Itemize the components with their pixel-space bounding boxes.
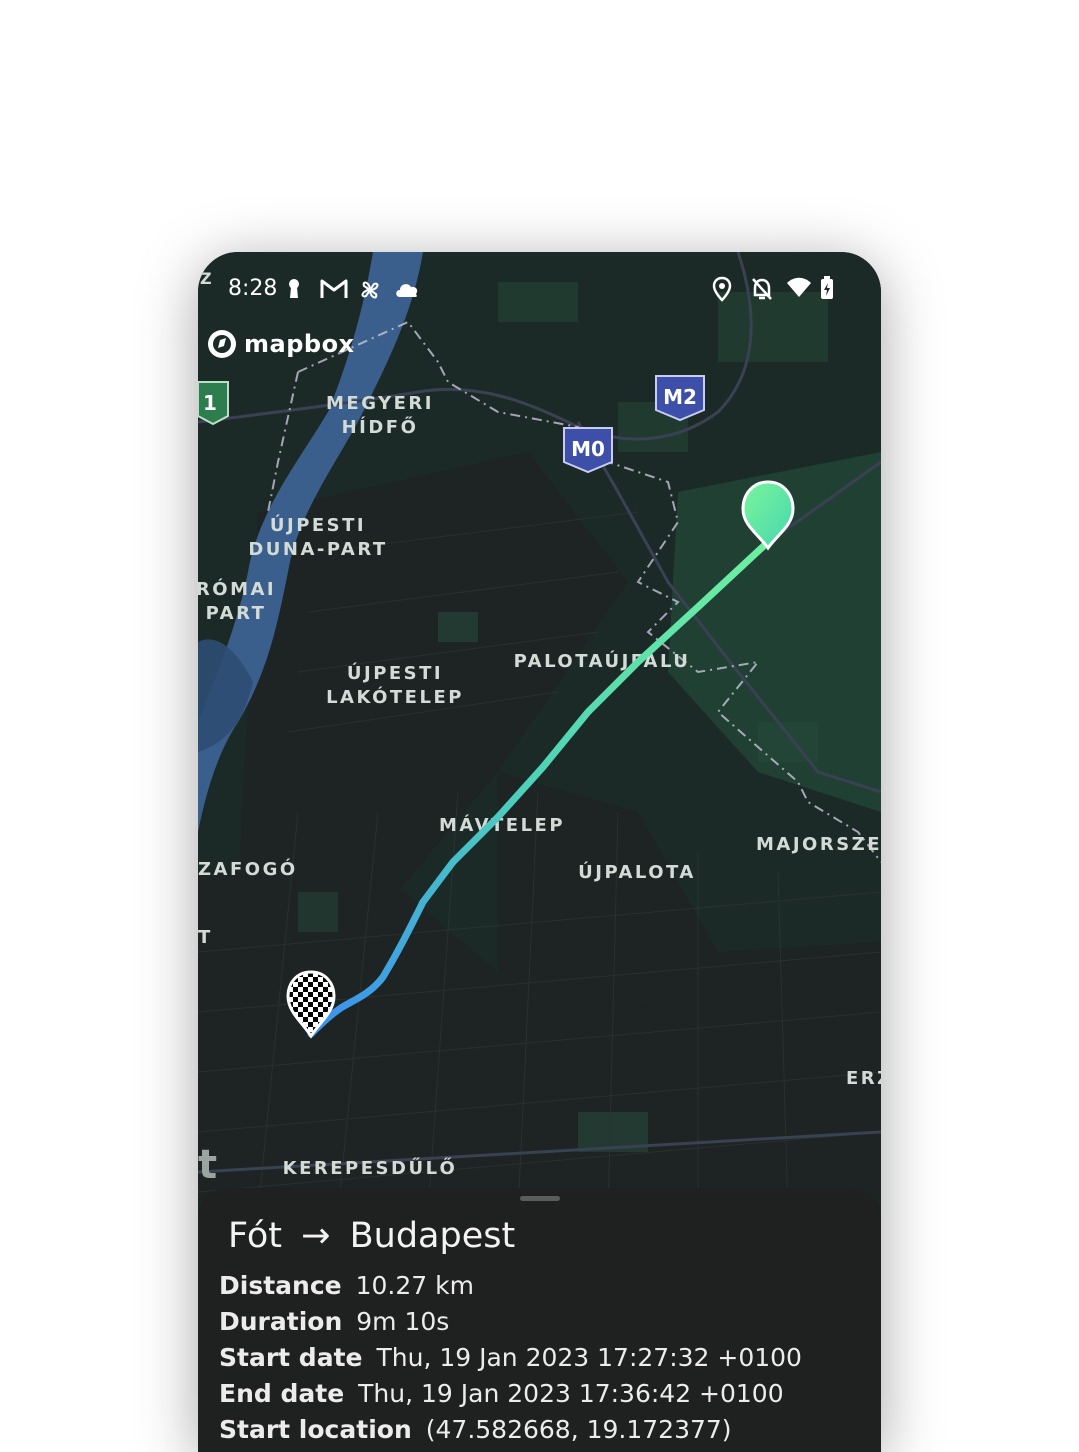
detail-value: 9m 10s [356,1307,450,1336]
arrow-right-icon: → [301,1216,331,1256]
detail-row-start-location: Start location (47.582668, 19.172377) [219,1412,802,1448]
location-icon [712,276,732,307]
mapbox-logo[interactable]: mapbox [206,328,355,360]
bell-off-icon [750,276,774,307]
detail-label: Duration [219,1307,343,1336]
status-bar: 8:28 [198,270,881,310]
drag-handle[interactable] [520,1196,560,1201]
label-t: T [198,927,213,948]
trip-origin: Fót [228,1216,283,1256]
label-kerepesdulo: KEREPESDŰLŐ [283,1157,458,1179]
label-megyeri: MEGYERI [326,393,434,414]
detail-row-start-date: Start date Thu, 19 Jan 2023 17:27:32 +010… [219,1340,802,1376]
shield-m0: M0 [563,427,613,474]
trip-title: Fót → Budapest [228,1216,515,1256]
shield-m2: M2 [655,375,705,422]
mapbox-wordmark: mapbox [244,330,355,358]
pinwheel-icon [358,278,382,307]
cloud-icon [394,280,420,303]
detail-value: 10.27 km [355,1271,474,1300]
label-romai: RÓMAI [198,578,276,600]
detail-label: Start date [219,1343,363,1372]
detail-label: Start location [219,1415,412,1444]
mapbox-icon [208,330,236,358]
label-ujpesti: ÚJPESTI [270,514,366,536]
label-zafogo: ZAFOGÓ [198,858,298,880]
svg-text:M2: M2 [663,385,697,409]
label-majorszeg: MAJORSZEG [756,834,881,855]
phone-frame: M2 M0 1 MEGYERI HÍDFŐ ÚJPESTI DUNA-PART … [198,252,881,1452]
label-hidfo: HÍDFŐ [342,416,419,438]
svg-text:1: 1 [203,391,217,415]
label-palotaujfalu: PALOTAÚJFALU [514,650,691,672]
label-part: PART [206,603,267,624]
detail-row-distance: Distance 10.27 km [219,1268,802,1304]
svg-text:M0: M0 [571,437,605,461]
label-ujpalota: ÚJPALOTA [578,861,696,883]
detail-value: Thu, 19 Jan 2023 17:36:42 +0100 [358,1379,784,1408]
detail-value: (47.582668, 19.172377) [425,1415,732,1444]
keyhole-icon [286,278,302,305]
label-large-fragment: t [198,1142,217,1188]
detail-row-duration: Duration 9m 10s [219,1304,802,1340]
gmail-icon [320,278,348,305]
detail-label: End date [219,1379,345,1408]
trip-bottom-sheet[interactable]: Fót → Budapest Distance 10.27 km Duration… [198,1188,881,1452]
detail-row-end-date: End date Thu, 19 Jan 2023 17:36:42 +0100 [219,1376,802,1412]
label-duna-part: DUNA-PART [248,539,387,560]
label-ujpesti-2: ÚJPESTI [347,662,443,684]
trip-details: Distance 10.27 km Duration 9m 10s Start da… [219,1268,802,1448]
detail-label: Distance [219,1271,342,1300]
label-lakotelep: LAKÓTELEP [326,686,464,708]
trip-destination: Budapest [349,1216,516,1256]
wifi-icon [786,276,812,303]
map-view[interactable]: M2 M0 1 MEGYERI HÍDFŐ ÚJPESTI DUNA-PART … [198,252,881,1212]
status-time: 8:28 [228,276,278,301]
shield-route-1: 1 [198,381,229,426]
detail-value: Thu, 19 Jan 2023 17:27:32 +0100 [376,1343,802,1372]
battery-charging-icon [820,276,834,305]
label-erz: ERZ [846,1068,881,1089]
